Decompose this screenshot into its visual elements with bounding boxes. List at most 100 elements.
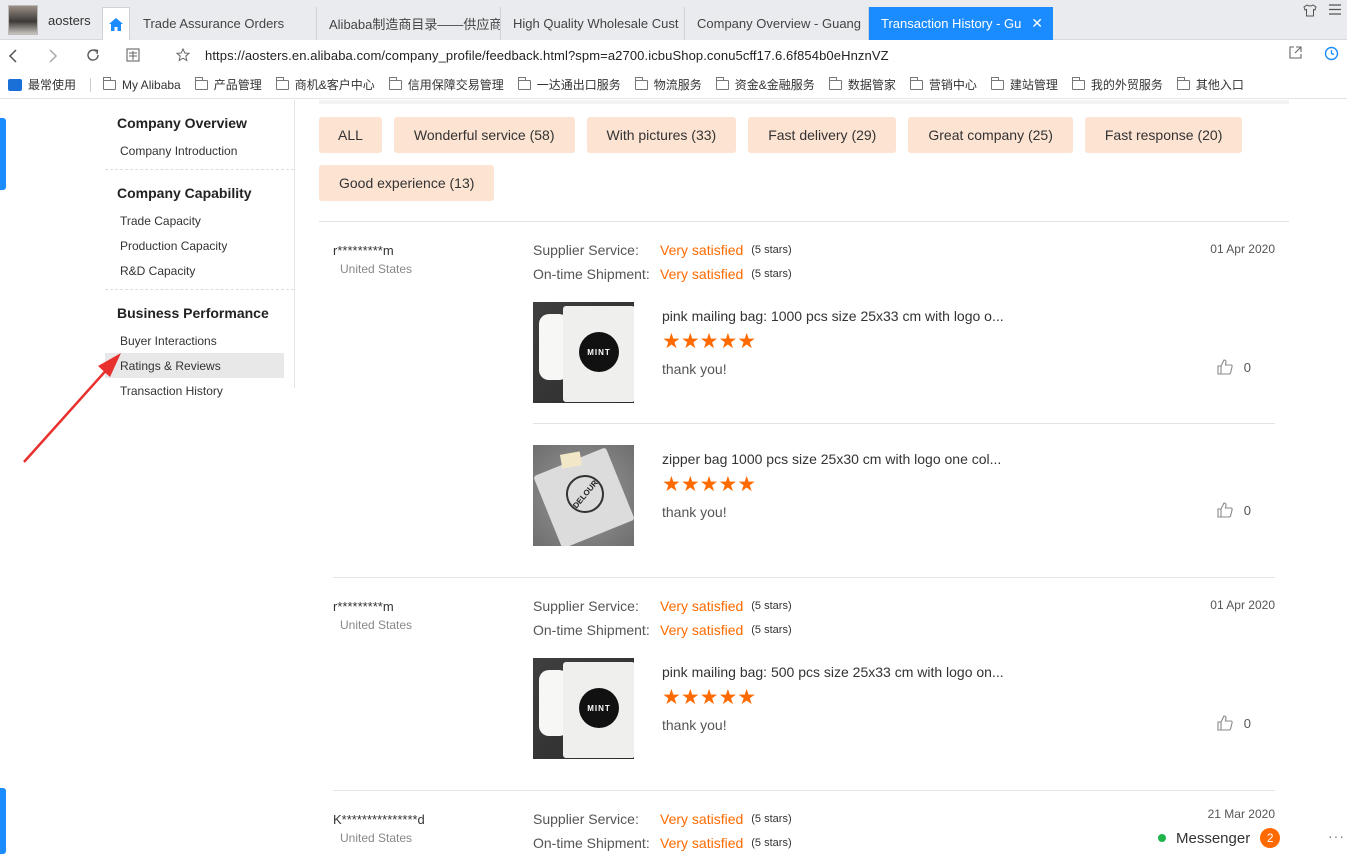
tab-label: High Quality Wholesale Cust — [513, 16, 679, 31]
sidebar-group-capability: Company Capability Trade Capacity Produc… — [105, 170, 294, 290]
product-title[interactable]: pink mailing bag: 1000 pcs size 25x33 cm… — [662, 308, 1004, 324]
bookmark-finance[interactable]: 资金&金融服务 — [715, 76, 815, 93]
shirt-icon[interactable] — [1303, 4, 1317, 17]
review-date: 01 Apr 2020 — [1210, 598, 1275, 612]
product-title[interactable]: pink mailing bag: 500 pcs size 25x33 cm … — [662, 664, 1004, 680]
url-field[interactable]: https://aosters.en.alibaba.com/company_p… — [205, 48, 889, 63]
sidebar-item-production-capacity[interactable]: Production Capacity — [105, 233, 284, 258]
online-status-dot — [1158, 834, 1166, 842]
bookmark-my-alibaba[interactable]: My Alibaba — [103, 76, 181, 92]
filter-wonderful-service[interactable]: Wonderful service (58) — [393, 117, 575, 153]
browser-profile[interactable]: aosters — [0, 0, 100, 40]
bookmark-label: 一达通出口服务 — [536, 78, 621, 92]
browser-tab-bar: aosters Trade Assurance Orders Alibaba制造… — [0, 0, 1347, 40]
folder-icon — [909, 76, 923, 90]
filter-fast-delivery[interactable]: Fast delivery (29) — [748, 117, 897, 153]
filter-all[interactable]: ALL — [319, 117, 382, 153]
reader-mode-icon[interactable] — [126, 48, 140, 62]
bookmark-export-service[interactable]: 一达通出口服务 — [517, 76, 621, 93]
review-date: 01 Apr 2020 — [1210, 242, 1275, 256]
tab-wholesale[interactable]: High Quality Wholesale Cust — [501, 7, 685, 40]
product-star-rating: ★★★★★ — [662, 473, 757, 496]
home-tab[interactable] — [102, 7, 130, 40]
reviewer-country: United States — [340, 831, 413, 845]
star-icon[interactable] — [176, 48, 190, 62]
forward-icon[interactable] — [48, 49, 58, 63]
rating-value: Very satisfied — [660, 598, 744, 614]
bookmark-label: 信用保障交易管理 — [407, 78, 504, 92]
bookmark-data-manager[interactable]: 数据管家 — [828, 76, 896, 93]
bookmark-other[interactable]: 其他入口 — [1176, 76, 1244, 93]
bookmark-product-management[interactable]: 产品管理 — [194, 76, 262, 93]
sidebar-heading: Business Performance — [117, 305, 269, 321]
rating-supplier-service: Supplier Service: Very satisfied (5 star… — [533, 240, 792, 260]
messenger-unread-badge: 2 — [1260, 828, 1281, 848]
bookmark-trade-assurance[interactable]: 信用保障交易管理 — [388, 76, 504, 93]
product-image[interactable]: DELOUR — [533, 445, 634, 546]
product-image[interactable]: MINT — [533, 302, 634, 403]
bookmark-marketing[interactable]: 营销中心 — [909, 76, 977, 93]
rating-stars-text: (5 stars) — [751, 837, 792, 849]
product-star-rating: ★★★★★ — [662, 330, 757, 353]
folder-icon — [990, 76, 1004, 90]
back-icon[interactable] — [8, 49, 18, 63]
rating-label: On-time Shipment: — [533, 266, 650, 282]
tab-trade-assurance[interactable]: Trade Assurance Orders — [131, 7, 317, 40]
sidebar-item-ratings-reviews[interactable]: Ratings & Reviews — [105, 353, 284, 378]
filter-fast-response[interactable]: Fast response (20) — [1084, 117, 1243, 153]
reload-icon[interactable] — [86, 48, 100, 62]
bookmark-label: 营销中心 — [928, 78, 977, 92]
filter-great-company[interactable]: Great company (25) — [908, 117, 1073, 153]
share-icon[interactable] — [1289, 46, 1302, 59]
rating-value: Very satisfied — [660, 622, 744, 638]
edge-tab-marker[interactable] — [0, 118, 6, 190]
tab-transaction-history[interactable]: Transaction History - Gu ✕ — [869, 7, 1053, 40]
clock-icon[interactable] — [1324, 46, 1339, 61]
more-options-icon[interactable]: ··· — [1328, 828, 1345, 844]
bookmark-site-management[interactable]: 建站管理 — [990, 76, 1058, 93]
bookmark-trade-services[interactable]: 我的外贸服务 — [1071, 76, 1163, 93]
profile-name: aosters — [48, 12, 91, 28]
rating-ontime-shipment: On-time Shipment: Very satisfied (5 star… — [533, 833, 792, 853]
folder-icon — [275, 76, 289, 90]
sidebar-item-transaction-history[interactable]: Transaction History — [105, 378, 284, 403]
reviewed-product: MINT pink mailing bag: 1000 pcs size 25x… — [533, 302, 1275, 404]
sidebar-heading: Company Capability — [117, 185, 252, 201]
review-comment: thank you! — [662, 504, 727, 520]
sidebar-item-buyer-interactions[interactable]: Buyer Interactions — [105, 328, 284, 353]
bookmark-label: 我的外贸服务 — [1090, 78, 1163, 92]
rating-ontime-shipment: On-time Shipment: Very satisfied (5 star… — [533, 620, 792, 640]
bookmark-most-used[interactable]: 最常使用 — [8, 76, 76, 93]
review-filters: ALL Wonderful service (58) With pictures… — [319, 117, 1279, 201]
edge-tab-marker[interactable] — [0, 788, 6, 854]
close-icon[interactable]: ✕ — [1031, 15, 1043, 32]
tab-alibaba-directory[interactable]: Alibaba制造商目录——供应商 — [317, 7, 501, 40]
tab-company-overview[interactable]: Company Overview - Guang — [685, 7, 869, 40]
like-button[interactable]: 0 — [1216, 358, 1251, 376]
rating-value: Very satisfied — [660, 835, 744, 851]
sidebar-group-overview: Company Overview Company Introduction — [105, 100, 294, 170]
like-button[interactable]: 0 — [1216, 714, 1251, 732]
bookmark-star-icon — [8, 78, 22, 91]
product-title[interactable]: zipper bag 1000 pcs size 25x30 cm with l… — [662, 451, 1001, 467]
rating-label: On-time Shipment: — [533, 835, 650, 851]
filter-good-experience[interactable]: Good experience (13) — [319, 165, 495, 201]
product-image[interactable]: MINT — [533, 658, 634, 759]
bookmark-logistics[interactable]: 物流服务 — [634, 76, 702, 93]
messenger-button[interactable]: Messenger 2 — [1158, 826, 1281, 850]
rating-stars-text: (5 stars) — [751, 624, 792, 636]
tab-label: Transaction History - Gu — [881, 16, 1022, 31]
rating-value: Very satisfied — [660, 242, 744, 258]
sidebar-item-company-introduction[interactable]: Company Introduction — [105, 138, 284, 163]
filter-with-pictures[interactable]: With pictures (33) — [586, 117, 737, 153]
bookmark-label: 产品管理 — [213, 78, 262, 92]
tab-label: Alibaba制造商目录——供应商 — [329, 17, 501, 32]
menu-icon[interactable] — [1329, 4, 1341, 15]
folder-icon — [1071, 76, 1085, 90]
like-button[interactable]: 0 — [1216, 501, 1251, 519]
bookmark-leads-center[interactable]: 商机&客户中心 — [275, 76, 375, 93]
profile-sidebar: Company Overview Company Introduction Co… — [105, 100, 295, 398]
content-top-strip — [319, 100, 1289, 104]
sidebar-item-trade-capacity[interactable]: Trade Capacity — [105, 208, 284, 233]
sidebar-item-rd-capacity[interactable]: R&D Capacity — [105, 258, 284, 283]
